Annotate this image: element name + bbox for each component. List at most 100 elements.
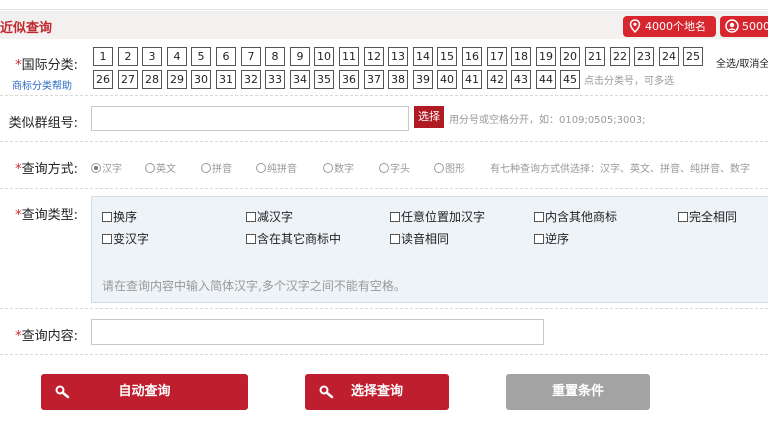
- type-check-change-char[interactable]: 变汉字: [102, 230, 149, 247]
- class-number-14[interactable]: 14: [413, 47, 433, 66]
- class-number-38[interactable]: 38: [388, 70, 408, 89]
- radio-icon: [256, 163, 266, 173]
- class-number-41[interactable]: 41: [462, 70, 482, 89]
- class-number-43[interactable]: 43: [511, 70, 531, 89]
- method-radio-english[interactable]: 英文: [145, 160, 176, 175]
- class-number-8[interactable]: 8: [265, 47, 285, 66]
- class-number-28[interactable]: 28: [142, 70, 162, 89]
- type-check-same-pronunciation[interactable]: 读音相同: [390, 230, 449, 247]
- class-number-7[interactable]: 7: [241, 47, 261, 66]
- class-number-21[interactable]: 21: [585, 47, 605, 66]
- checkbox-icon: [534, 234, 544, 244]
- reset-button[interactable]: 重置条件: [506, 374, 650, 410]
- radio-icon: [434, 163, 444, 173]
- type-check-contained-in-other[interactable]: 含在其它商标中: [246, 230, 341, 247]
- method-radio-initial[interactable]: 字头: [379, 160, 410, 175]
- class-label: *国际分类:: [15, 58, 78, 73]
- type-check-add-char-anywhere[interactable]: 任意位置加汉字: [390, 208, 485, 225]
- select-query-button[interactable]: 选择查询: [305, 374, 449, 410]
- auto-query-label: 自动查询: [118, 384, 171, 399]
- class-help-link[interactable]: 商标分类帮助: [12, 77, 72, 92]
- method-radio-graphic[interactable]: 图形: [434, 160, 465, 175]
- radio-icon: [145, 163, 155, 173]
- radio-icon: [379, 163, 389, 173]
- class-number-24[interactable]: 24: [659, 47, 679, 66]
- reset-label: 重置条件: [551, 384, 604, 399]
- class-number-12[interactable]: 12: [364, 47, 384, 66]
- checkbox-icon: [102, 212, 112, 222]
- class-number-5[interactable]: 5: [191, 47, 211, 66]
- content-label: *查询内容:: [15, 329, 78, 344]
- class-number-35[interactable]: 35: [314, 70, 334, 89]
- select-query-label: 选择查询: [350, 384, 403, 399]
- method-hint: 有七种查询方式供选择：汉字、英文、拼音、纯拼音、数字: [490, 164, 750, 175]
- top-divider: [0, 0, 768, 10]
- type-check-contains-other[interactable]: 内含其他商标: [534, 208, 617, 225]
- group-row: 类似群组号: 选择 用分号或空格分开，如：0109;0505;3003;: [0, 96, 768, 142]
- class-number-1[interactable]: 1: [93, 47, 113, 66]
- class-number-17[interactable]: 17: [487, 47, 507, 66]
- class-number-26[interactable]: 26: [93, 70, 113, 89]
- type-hint: 请在查询内容中输入简体汉字,多个汉字之间不能有空格。: [102, 279, 406, 293]
- class-number-40[interactable]: 40: [437, 70, 457, 89]
- query-content-input[interactable]: [91, 319, 544, 345]
- class-number-27[interactable]: 27: [118, 70, 138, 89]
- location-pin-icon: [629, 19, 641, 33]
- checkbox-icon: [102, 234, 112, 244]
- checkbox-icon: [246, 234, 256, 244]
- class-number-10[interactable]: 10: [314, 47, 334, 66]
- method-radio-pure-pinyin[interactable]: 纯拼音: [256, 160, 297, 175]
- class-number-31[interactable]: 31: [216, 70, 236, 89]
- class-number-4[interactable]: 4: [167, 47, 187, 66]
- class-number-32[interactable]: 32: [241, 70, 261, 89]
- class-number-3[interactable]: 3: [142, 47, 162, 66]
- group-select-button[interactable]: 选择: [414, 106, 444, 128]
- method-radio-pinyin[interactable]: 拼音: [201, 160, 232, 175]
- class-number-20[interactable]: 20: [560, 47, 580, 66]
- class-number-42[interactable]: 42: [487, 70, 507, 89]
- class-number-6[interactable]: 6: [216, 47, 236, 66]
- class-number-30[interactable]: 30: [191, 70, 211, 89]
- method-label: *查询方式:: [15, 162, 78, 177]
- content-row: *查询内容:: [0, 309, 768, 355]
- class-number-36[interactable]: 36: [339, 70, 359, 89]
- type-check-reverse[interactable]: 逆序: [534, 230, 569, 247]
- class-number-39[interactable]: 39: [413, 70, 433, 89]
- class-number-2[interactable]: 2: [118, 47, 138, 66]
- class-number-29[interactable]: 29: [167, 70, 187, 89]
- class-number-13[interactable]: 13: [388, 47, 408, 66]
- class-number-37[interactable]: 37: [364, 70, 384, 89]
- type-check-identical[interactable]: 完全相同: [678, 208, 737, 225]
- class-number-18[interactable]: 18: [511, 47, 531, 66]
- class-number-11[interactable]: 11: [339, 47, 359, 66]
- class-number-45[interactable]: 45: [560, 70, 580, 89]
- places-badge[interactable]: 4000个地名: [623, 16, 716, 37]
- type-check-remove-char[interactable]: 减汉字: [246, 208, 293, 225]
- class-number-23[interactable]: 23: [634, 47, 654, 66]
- class-number-9[interactable]: 9: [290, 47, 310, 66]
- radio-icon: [323, 163, 333, 173]
- group-label: 类似群组号:: [8, 116, 78, 131]
- class-number-33[interactable]: 33: [265, 70, 285, 89]
- class-number-19[interactable]: 19: [536, 47, 556, 66]
- method-radio-number[interactable]: 数字: [323, 160, 354, 175]
- second-badge-label: 5000: [742, 20, 768, 33]
- class-number-16[interactable]: 16: [462, 47, 482, 66]
- select-all-toggle[interactable]: 全选/取消全: [716, 55, 768, 70]
- section-header: 近似查询 4000个地名 5000: [0, 11, 768, 39]
- type-check-reorder[interactable]: 换序: [102, 208, 137, 225]
- checkbox-icon: [246, 212, 256, 222]
- method-radio-hanzi[interactable]: 汉字: [91, 160, 122, 175]
- class-number-44[interactable]: 44: [536, 70, 556, 89]
- auto-query-button[interactable]: 自动查询: [41, 374, 248, 410]
- second-badge[interactable]: 5000: [720, 16, 768, 37]
- class-number-34[interactable]: 34: [290, 70, 310, 89]
- search-icon: [319, 385, 334, 399]
- class-number-25[interactable]: 25: [683, 47, 703, 66]
- type-options-panel: 换序 减汉字 任意位置加汉字 内含其他商标 完全相同 变汉字 含在其它商标中 读…: [91, 196, 768, 303]
- section-title: 近似查询: [0, 21, 53, 36]
- class-number-15[interactable]: 15: [437, 47, 457, 66]
- class-number-22[interactable]: 22: [610, 47, 630, 66]
- group-number-input[interactable]: [91, 106, 409, 131]
- class-row: *国际分类: 商标分类帮助 1 2 3 4 5 6 7 8 9 10 11 12 13 14 15 16 17 1…: [0, 40, 768, 96]
